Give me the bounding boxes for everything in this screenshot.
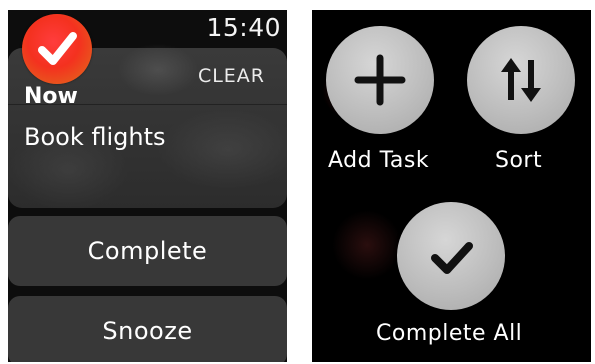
complete-all-button[interactable] [397,202,505,310]
notification-screen: 15:40 CLEAR Now Book flights Complete Sn… [8,10,287,362]
sort-button[interactable] [467,26,575,134]
menu-screen: Add Task Sort Complete All [312,10,591,362]
sort-arrows-icon [501,58,541,102]
checkmark-icon [38,32,77,65]
sort-label: Sort [495,148,543,173]
add-task-label: Add Task [328,148,430,173]
complete-all-label: Complete All [376,321,523,346]
clear-button[interactable]: CLEAR [198,65,265,87]
clear-app-icon [22,14,92,84]
background-glow [332,210,402,280]
checkmark-icon [431,242,473,274]
notification-heading: Now [24,84,78,109]
add-task-button[interactable] [326,26,434,134]
time-display: 15:40 [206,13,281,42]
complete-button[interactable]: Complete [8,216,287,286]
plus-icon [354,54,406,106]
notification-body: Book flights [24,123,166,151]
snooze-button[interactable]: Snooze [8,296,287,362]
